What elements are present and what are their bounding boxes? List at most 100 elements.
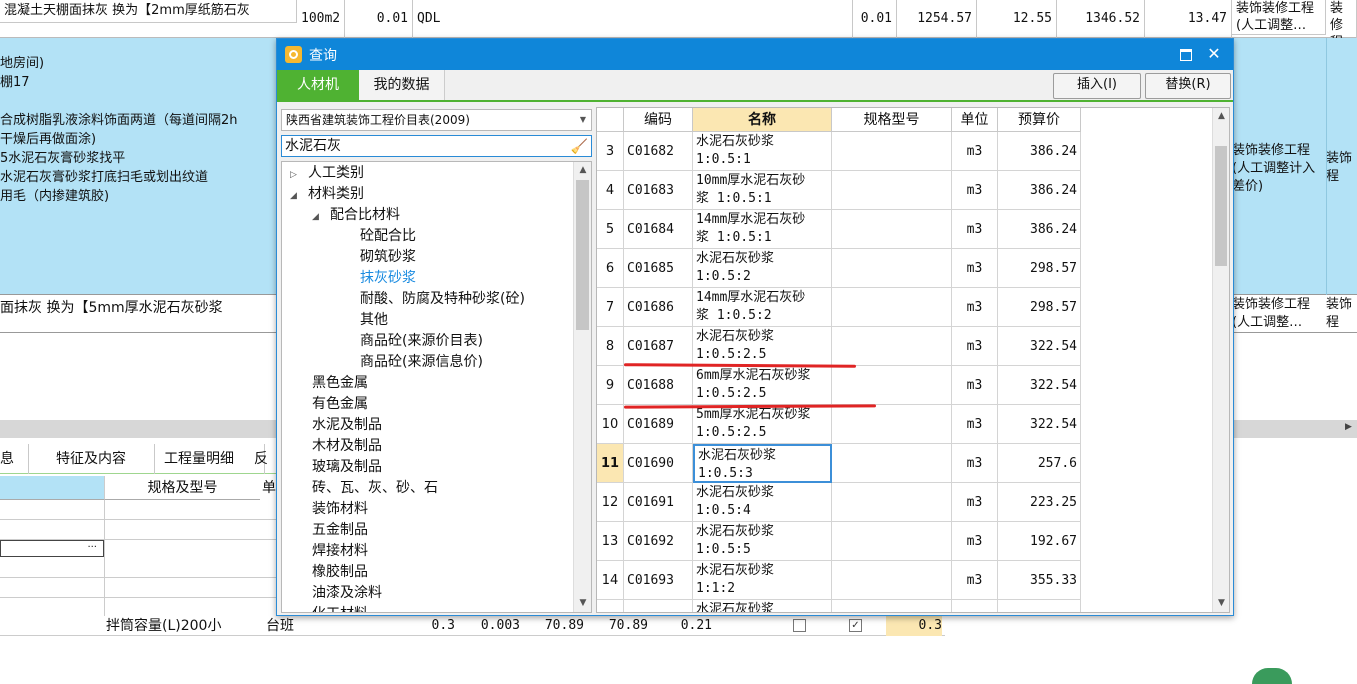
row-price	[998, 600, 1081, 612]
scroll-down-icon[interactable]: ▼	[1213, 595, 1229, 612]
expand-icon[interactable]: ▷	[290, 165, 308, 185]
tree-node[interactable]: ▷ 人工类别	[290, 163, 364, 185]
tree-node[interactable]: 有色金属	[312, 394, 368, 414]
table-row[interactable]: 3 C01682 水泥石灰砂浆 1:0.5:1 m3 386.24	[597, 132, 1081, 171]
bottom-row-checkbox-1[interactable]	[793, 619, 806, 632]
scroll-up-icon[interactable]: ▲	[574, 162, 591, 179]
bottom-grid-unit-header: 单	[262, 480, 276, 496]
row-unit: m3	[952, 249, 998, 288]
row-unit: m3	[952, 171, 998, 210]
scroll-up-icon[interactable]: ▲	[1213, 108, 1229, 125]
tree-node[interactable]: 五金制品	[312, 520, 368, 540]
tree-node[interactable]: 木材及制品	[312, 436, 382, 456]
table-row[interactable]: 12 C01691 水泥石灰砂浆 1:0.5:4 m3 223.25	[597, 483, 1081, 522]
table-row[interactable]: 5 C01684 14mm厚水泥石灰砂 浆 1:0.5:1 m3 386.24	[597, 210, 1081, 249]
grid-header-code[interactable]: 编码	[624, 108, 693, 132]
tree-node[interactable]: 砌筑砂浆	[360, 247, 416, 267]
scroll-right-icon[interactable]: ▶	[1345, 422, 1355, 436]
row-unit: m3	[952, 444, 998, 483]
close-icon[interactable]: ✕	[1203, 43, 1225, 65]
tree-node[interactable]: 化工材料	[312, 604, 368, 612]
tree-node-label: 黑色金属	[312, 375, 368, 391]
results-grid[interactable]: 编码 名称 规格型号 单位 预算价 3 C01682 水泥石灰砂浆 1:0.5:1 m…	[596, 107, 1230, 613]
grid-scrollbar[interactable]: ▲ ▼	[1212, 108, 1229, 612]
row-2-desc: 面抹灰 换为【5mm厚水泥石灰砂浆	[0, 300, 223, 316]
maximize-icon[interactable]	[1175, 43, 1197, 65]
row-spec	[832, 249, 952, 288]
brush-icon[interactable]: 🧹	[571, 137, 588, 157]
bottom-row[interactable]: 拌筒容量(L)200小 台班 0.3 0.003 70.89 70.89 0.2…	[0, 616, 945, 636]
top-row-category: 装饰装修工程(人工调整…	[1232, 0, 1326, 35]
grid-header-name[interactable]: 名称	[693, 108, 832, 132]
top-row[interactable]: 混凝土天棚面抹灰 换为【2mm厚纸筋石灰 100m2 0.01 QDL 0.01…	[0, 0, 1357, 52]
item-category2: 装饰程	[1326, 151, 1353, 184]
catalog-select[interactable]: 陕西省建筑装饰工程价目表(2009) ▼	[281, 109, 592, 131]
row-index: 3	[597, 132, 624, 171]
tree-node[interactable]: 玻璃及制品	[312, 457, 382, 477]
tree-node[interactable]: ◢ 材料类别	[290, 184, 364, 206]
bottom-grid-ellipsis[interactable]: ···	[0, 540, 104, 557]
tree-scroll-thumb[interactable]	[576, 180, 589, 330]
row-spec	[832, 522, 952, 561]
tree-node[interactable]: 商品砼(来源价目表)	[360, 331, 483, 351]
bottom-row-checkbox-2[interactable]: ✓	[849, 619, 862, 632]
tree-node-label: 焊接材料	[312, 543, 368, 559]
table-row[interactable]: 4 C01683 10mm厚水泥石灰砂 浆 1:0.5:1 m3 386.24	[597, 171, 1081, 210]
bottom-grid-spec-header: 规格及型号	[104, 476, 260, 500]
tab-materials[interactable]: 人材机	[277, 70, 359, 100]
top-row-unit: 100m2	[297, 0, 345, 39]
app-icon	[285, 46, 302, 63]
replace-button[interactable]: 替换(R)	[1145, 73, 1231, 99]
tree-node[interactable]: 砼配合比	[360, 226, 416, 246]
row-unit: m3	[952, 210, 998, 249]
collapse-icon[interactable]: ◢	[312, 207, 330, 227]
table-row[interactable]: 8 C01687 水泥石灰砂浆 1:0.5:2.5 m3 322.54	[597, 327, 1081, 366]
tree-node[interactable]: 抹灰砂浆	[360, 268, 416, 288]
tree-node[interactable]: 水泥及制品	[312, 415, 382, 435]
grid-scroll-thumb[interactable]	[1215, 146, 1227, 266]
tree-node[interactable]: 黑色金属	[312, 373, 368, 393]
table-row[interactable]: 13 C01692 水泥石灰砂浆 1:0.5:5 m3 192.67	[597, 522, 1081, 561]
tree-node[interactable]: 焊接材料	[312, 541, 368, 561]
category-tree[interactable]: ▷ 人工类别 ◢ 材料类别 ◢ 配合比材料 砼配合比 砌筑砂浆 抹灰砂浆 耐酸、防腐及特种砂浆(砼…	[281, 161, 592, 613]
tree-node[interactable]: 装饰材料	[312, 499, 368, 519]
row-code: C01685	[624, 249, 693, 288]
tree-node[interactable]: 砖、瓦、灰、砂、石	[312, 478, 438, 498]
row-price: 355.33	[998, 561, 1081, 600]
table-row[interactable]: 9 C01688 6mm厚水泥石灰砂浆 1:0.5:2.5 m3 322.54	[597, 366, 1081, 405]
chevron-down-icon: ▼	[579, 115, 586, 124]
tree-node[interactable]: 其他	[360, 310, 388, 330]
row-spec	[832, 366, 952, 405]
tree-node[interactable]: ◢ 配合比材料	[312, 205, 400, 227]
insert-button[interactable]: 插入(I)	[1053, 73, 1141, 99]
table-row[interactable]: 11 C01690 水泥石灰砂浆 1:0.5:3 m3 257.6	[597, 444, 1081, 483]
grid-header-spec[interactable]: 规格型号	[832, 108, 952, 132]
bottom-row-c: 70.89	[544, 618, 584, 633]
row-code	[624, 600, 693, 612]
row-price: 257.6	[998, 444, 1081, 483]
tree-node[interactable]: 油漆及涂料	[312, 583, 382, 603]
row-index: 13	[597, 522, 624, 561]
tab-info[interactable]: 息	[0, 444, 29, 474]
search-input[interactable]: 水泥石灰 🧹	[281, 135, 592, 157]
tab-my-data[interactable]: 我的数据	[359, 70, 445, 100]
table-row[interactable]: 10 C01689 5mm厚水泥石灰砂浆 1:0.5:2.5 m3 322.54	[597, 405, 1081, 444]
tree-node[interactable]: 商品砼(来源信息价)	[360, 352, 483, 372]
tree-node[interactable]: 耐酸、防腐及特种砂浆(砼)	[360, 289, 525, 309]
tree-scrollbar[interactable]: ▲ ▼	[573, 162, 591, 612]
collapse-icon[interactable]: ◢	[290, 186, 308, 206]
table-row[interactable]: 水泥石灰砂浆	[597, 600, 1081, 612]
row-name[interactable]: 水泥石灰砂浆 1:0.5:3	[693, 444, 832, 483]
item-description-line: 合成树脂乳液涂料饰面两道（每道间隔2h	[0, 113, 238, 128]
tree-node[interactable]: 橡胶制品	[312, 562, 368, 582]
table-row[interactable]: 14 C01693 水泥石灰砂浆 1:1:2 m3 355.33	[597, 561, 1081, 600]
table-row[interactable]: 7 C01686 14mm厚水泥石灰砂 浆 1:0.5:2 m3 298.57	[597, 288, 1081, 327]
scroll-down-icon[interactable]: ▼	[574, 595, 591, 612]
tree-node-label: 其他	[360, 312, 388, 328]
grid-header-price[interactable]: 预算价	[998, 108, 1081, 132]
grid-header-unit[interactable]: 单位	[952, 108, 998, 132]
dialog-titlebar[interactable]: 查询 ✕	[277, 39, 1233, 70]
row-index: 10	[597, 405, 624, 444]
floating-badge-icon[interactable]	[1252, 668, 1292, 684]
table-row[interactable]: 6 C01685 水泥石灰砂浆 1:0.5:2 m3 298.57	[597, 249, 1081, 288]
